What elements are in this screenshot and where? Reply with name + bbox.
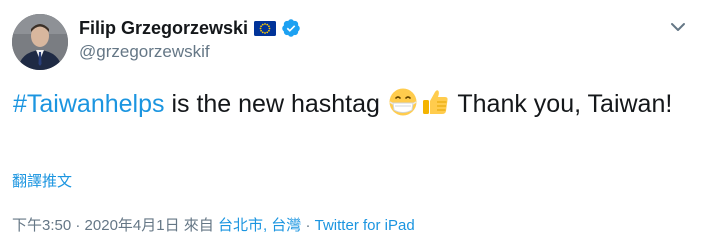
- tweet-time[interactable]: 下午3:50: [12, 217, 71, 234]
- tweet-date[interactable]: 2020年4月1日: [85, 217, 180, 234]
- source-link[interactable]: Twitter for iPad: [315, 217, 415, 234]
- eu-flag-icon: [254, 20, 277, 36]
- chevron-down-icon[interactable]: [667, 16, 689, 38]
- location-link[interactable]: 台北市, 台灣: [218, 217, 301, 234]
- meta-separator: ·: [71, 217, 85, 234]
- tweet-card: Filip Grzegorzewski @grzegorzewskif #Tai…: [0, 0, 705, 249]
- thumbs-up-emoji-icon: [420, 87, 450, 117]
- from-label: 來自: [179, 217, 218, 234]
- tweet-header: Filip Grzegorzewski @grzegorzewskif: [79, 16, 301, 62]
- tweet-text: #Taiwanhelps is the new hashtag Thank yo…: [13, 87, 673, 122]
- avatar[interactable]: [12, 14, 68, 70]
- hashtag-link[interactable]: #Taiwanhelps: [13, 90, 165, 118]
- translate-tweet-link[interactable]: 翻譯推文: [12, 170, 72, 191]
- face-with-medical-mask-emoji-icon: [388, 87, 418, 117]
- name-row: Filip Grzegorzewski: [79, 16, 301, 40]
- display-name[interactable]: Filip Grzegorzewski: [79, 18, 248, 39]
- meta-separator: ·: [301, 217, 315, 234]
- tweet-text-part1: is the new hashtag: [164, 90, 387, 118]
- verified-badge-icon: [281, 18, 301, 38]
- tweet-meta: 下午3:50 · 2020年4月1日 來自 台北市, 台灣 · Twitter …: [12, 214, 415, 235]
- user-handle[interactable]: @grzegorzewskif: [79, 42, 301, 62]
- tweet-text-part2: Thank you, Taiwan!: [450, 90, 673, 118]
